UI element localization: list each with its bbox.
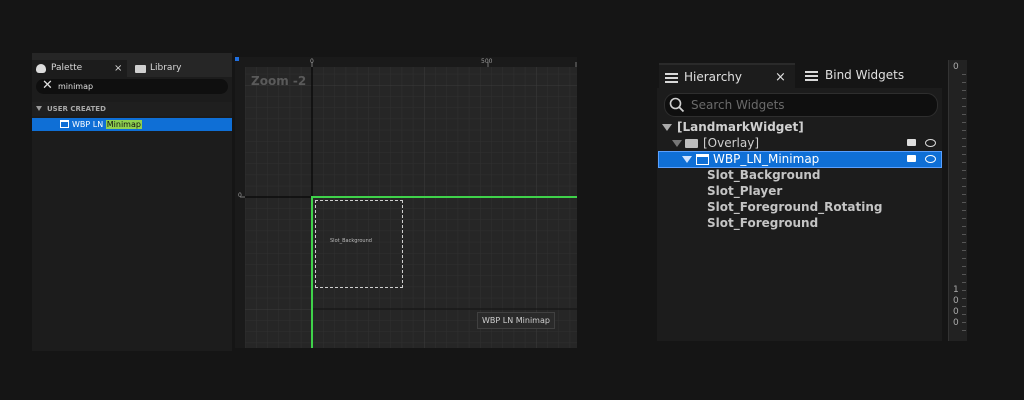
tab-palette[interactable]: Palette × [32, 60, 127, 77]
ruler-right-digit: 0 [953, 318, 959, 328]
tree-item-slot-foreground-rotating[interactable]: Slot_Foreground_Rotating [657, 200, 942, 215]
tree-item-label: Slot_Foreground [707, 216, 819, 230]
palette-item-prefix: WBP LN [72, 120, 106, 129]
widget-preview-text: Slot_Background [330, 238, 372, 244]
tab-palette-label: Palette [51, 63, 83, 73]
collapse-arrow-icon [36, 106, 42, 111]
tab-library[interactable]: Library [133, 60, 223, 77]
zoom-level-label: Zoom -2 [251, 74, 307, 88]
ruler-left-label-0: 0 [238, 192, 242, 199]
hierarchy-tabbar: Hierarchy × Bind Widgets [657, 60, 942, 90]
ruler-ticks [962, 74, 966, 334]
hierarchy-search-placeholder: Search Widgets [691, 98, 785, 112]
hierarchy-panel: Hierarchy × Bind Widgets Search Widgets … [657, 60, 942, 341]
hierarchy-close-icon[interactable]: × [775, 65, 786, 90]
widget-tooltip: WBP LN Minimap [477, 312, 555, 329]
designer-canvas[interactable]: 0 500 0 Zoom -2 Slot_Background WBP LN M… [235, 57, 577, 348]
palette-icon [36, 64, 46, 73]
tree-item-label: [Overlay] [703, 136, 760, 150]
tab-library-label: Library [150, 63, 182, 73]
palette-item-label: WBP LN Minimap [72, 118, 142, 131]
hierarchy-list-icon [665, 73, 678, 83]
ruler-right-digit: 1 [953, 285, 959, 295]
expand-arrow-icon [672, 140, 682, 147]
widget-blueprint-icon [696, 154, 709, 165]
palette-search-value: minimap [58, 82, 94, 91]
tree-item-overlay[interactable]: [Overlay] [657, 136, 942, 151]
visibility-eye-icon[interactable] [925, 139, 936, 147]
category-header[interactable]: USER CREATED [32, 102, 232, 116]
tree-item-slot-background[interactable]: Slot_Background [657, 168, 942, 183]
visibility-eye-icon[interactable] [925, 155, 936, 163]
palette-item-wbp-ln-minimap[interactable]: WBP LN Minimap [32, 118, 232, 131]
tree-item-landmarkwidget[interactable]: [LandmarkWidget] [657, 120, 942, 135]
palette-close-icon[interactable]: × [114, 60, 122, 77]
lock-icon[interactable] [907, 139, 916, 146]
search-icon [669, 97, 685, 113]
ruler-top-label-0: 0 [310, 58, 314, 65]
folder-icon [135, 65, 146, 73]
ruler-right-digit: 0 [953, 296, 959, 306]
category-label: USER CREATED [47, 105, 106, 113]
tab-hierarchy-label: Hierarchy [684, 70, 743, 84]
ruler-top-label-500: 500 [481, 58, 493, 65]
tab-bind-widgets-label: Bind Widgets [825, 68, 905, 82]
tree-item-label: Slot_Foreground_Rotating [707, 200, 883, 214]
overlay-icon [685, 139, 698, 148]
expand-arrow-icon [662, 124, 672, 131]
tree-item-label: WBP_LN_Minimap [713, 152, 820, 166]
tree-item-wbp-ln-minimap[interactable]: WBP_LN_Minimap [658, 151, 942, 168]
lock-icon[interactable] [907, 155, 916, 162]
bind-widgets-list-icon [805, 71, 818, 81]
tab-bind-widgets[interactable]: Bind Widgets [803, 63, 938, 88]
tree-item-label: Slot_Player [707, 184, 783, 198]
tree-item-slot-player[interactable]: Slot_Player [657, 184, 942, 199]
widget-blueprint-icon [60, 120, 69, 128]
expand-arrow-icon [682, 156, 692, 163]
tree-item-label: Slot_Background [707, 168, 821, 182]
widget-tooltip-text: WBP LN Minimap [482, 316, 550, 325]
widget-preview-dashed[interactable]: Slot_Background [315, 200, 403, 288]
vertical-ruler: 0 1 0 0 0 [948, 60, 967, 341]
clear-search-icon[interactable]: ✕ [42, 78, 53, 93]
palette-panel: Palette × Library ✕ minimap USER CREATED… [32, 53, 232, 351]
ruler-right-label-0: 0 [953, 62, 959, 72]
tree-item-slot-foreground[interactable]: Slot_Foreground [657, 216, 942, 231]
palette-tabbar: Palette × Library [32, 57, 232, 77]
hierarchy-search-input[interactable]: Search Widgets [664, 93, 938, 117]
tree-item-label: [LandmarkWidget] [677, 120, 804, 134]
tab-hierarchy[interactable]: Hierarchy × [659, 63, 795, 90]
ruler-right-digit: 0 [953, 307, 959, 317]
palette-search-input[interactable]: ✕ minimap [36, 78, 228, 94]
search-match-highlight: Minimap [105, 120, 142, 129]
